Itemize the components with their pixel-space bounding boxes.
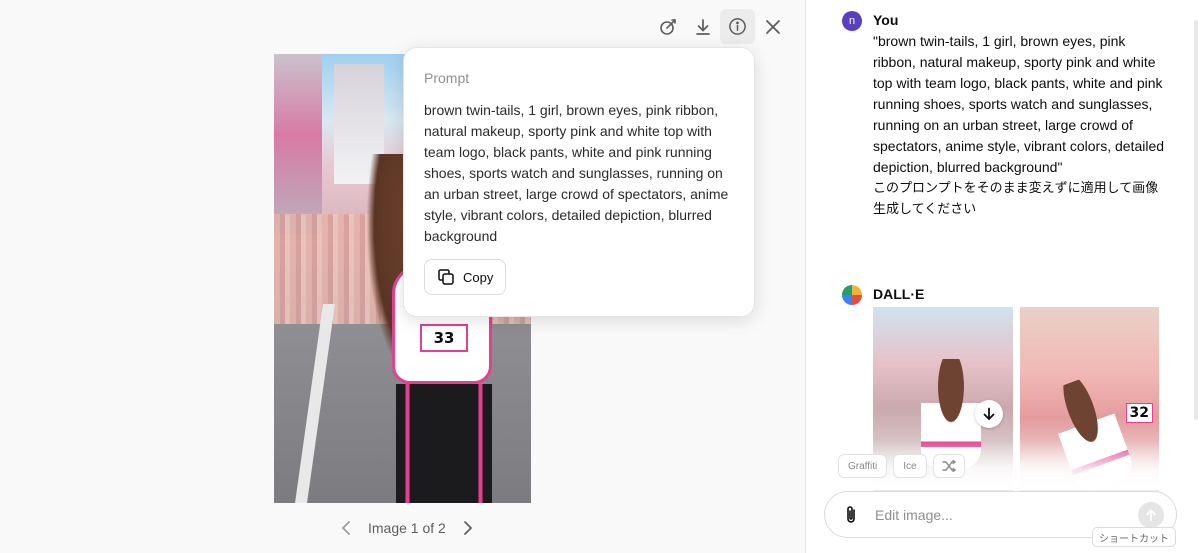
user-avatar: n: [842, 11, 862, 31]
style-chip-ice[interactable]: Ice: [893, 454, 927, 478]
copy-prompt-button[interactable]: Copy: [424, 259, 507, 295]
style-chips: Graffiti Ice: [838, 454, 965, 478]
download-button[interactable]: [685, 9, 720, 44]
edit-image-input[interactable]: [875, 506, 1138, 523]
prompt-label: Prompt: [424, 70, 470, 86]
thumbnail-download-button[interactable]: [975, 400, 1003, 428]
brush-edit-icon: [659, 18, 676, 35]
user-message: "brown twin-tails, 1 girl, brown eyes, p…: [873, 31, 1168, 220]
user-name: You: [873, 12, 899, 28]
user-message-jp: このプロンプトをそのまま変えずに適用して画像生成してください: [873, 181, 1159, 217]
shuffle-icon: [941, 460, 956, 472]
send-button[interactable]: [1138, 501, 1164, 528]
image-girl-pants: [396, 384, 492, 503]
attach-button[interactable]: [841, 505, 861, 525]
style-chip-graffiti[interactable]: Graffiti: [838, 454, 888, 478]
pager-label: Image 1 of 2: [368, 520, 446, 536]
close-icon: [765, 19, 780, 34]
paperclip-icon: [847, 505, 855, 523]
viewer-toolbar: [650, 9, 790, 44]
image-race-bib: 33: [420, 324, 468, 352]
assistant-name: DALL·E: [873, 286, 925, 302]
shuffle-style-button[interactable]: [932, 454, 965, 478]
info-button[interactable]: [720, 9, 755, 44]
thumbnail-race-bib: 32: [1125, 403, 1153, 423]
download-icon: [695, 18, 710, 35]
user-message-prompt: "brown twin-tails, 1 girl, brown eyes, p…: [873, 33, 1165, 175]
copy-label: Copy: [463, 269, 494, 285]
copy-icon: [438, 269, 454, 285]
prompt-text: brown twin-tails, 1 girl, brown eyes, pi…: [424, 102, 729, 244]
chevron-left-icon: [341, 521, 350, 535]
next-image-button[interactable]: [460, 520, 476, 536]
chevron-right-icon: [463, 521, 473, 535]
chat-scrollbar[interactable]: [1194, 20, 1198, 420]
image-pager: Image 1 of 2: [338, 520, 476, 536]
prompt-popover: Prompt brown twin-tails, 1 girl, brown e…: [403, 47, 755, 317]
arrow-down-icon: [983, 407, 995, 421]
shortcut-badge[interactable]: ショートカット: [1092, 527, 1176, 547]
dalle-avatar: [842, 285, 862, 305]
image-viewer: 33 Image 1 of 2 Prompt brown twin-tails,…: [0, 0, 805, 553]
edit-image-button[interactable]: [650, 9, 685, 44]
info-icon: [729, 18, 746, 35]
image-building-left: [274, 54, 322, 234]
previous-image-button[interactable]: [338, 520, 354, 536]
chat-panel: n You "brown twin-tails, 1 girl, brown e…: [805, 0, 1200, 553]
arrow-up-icon: [1146, 508, 1156, 521]
close-viewer-button[interactable]: [755, 9, 790, 44]
